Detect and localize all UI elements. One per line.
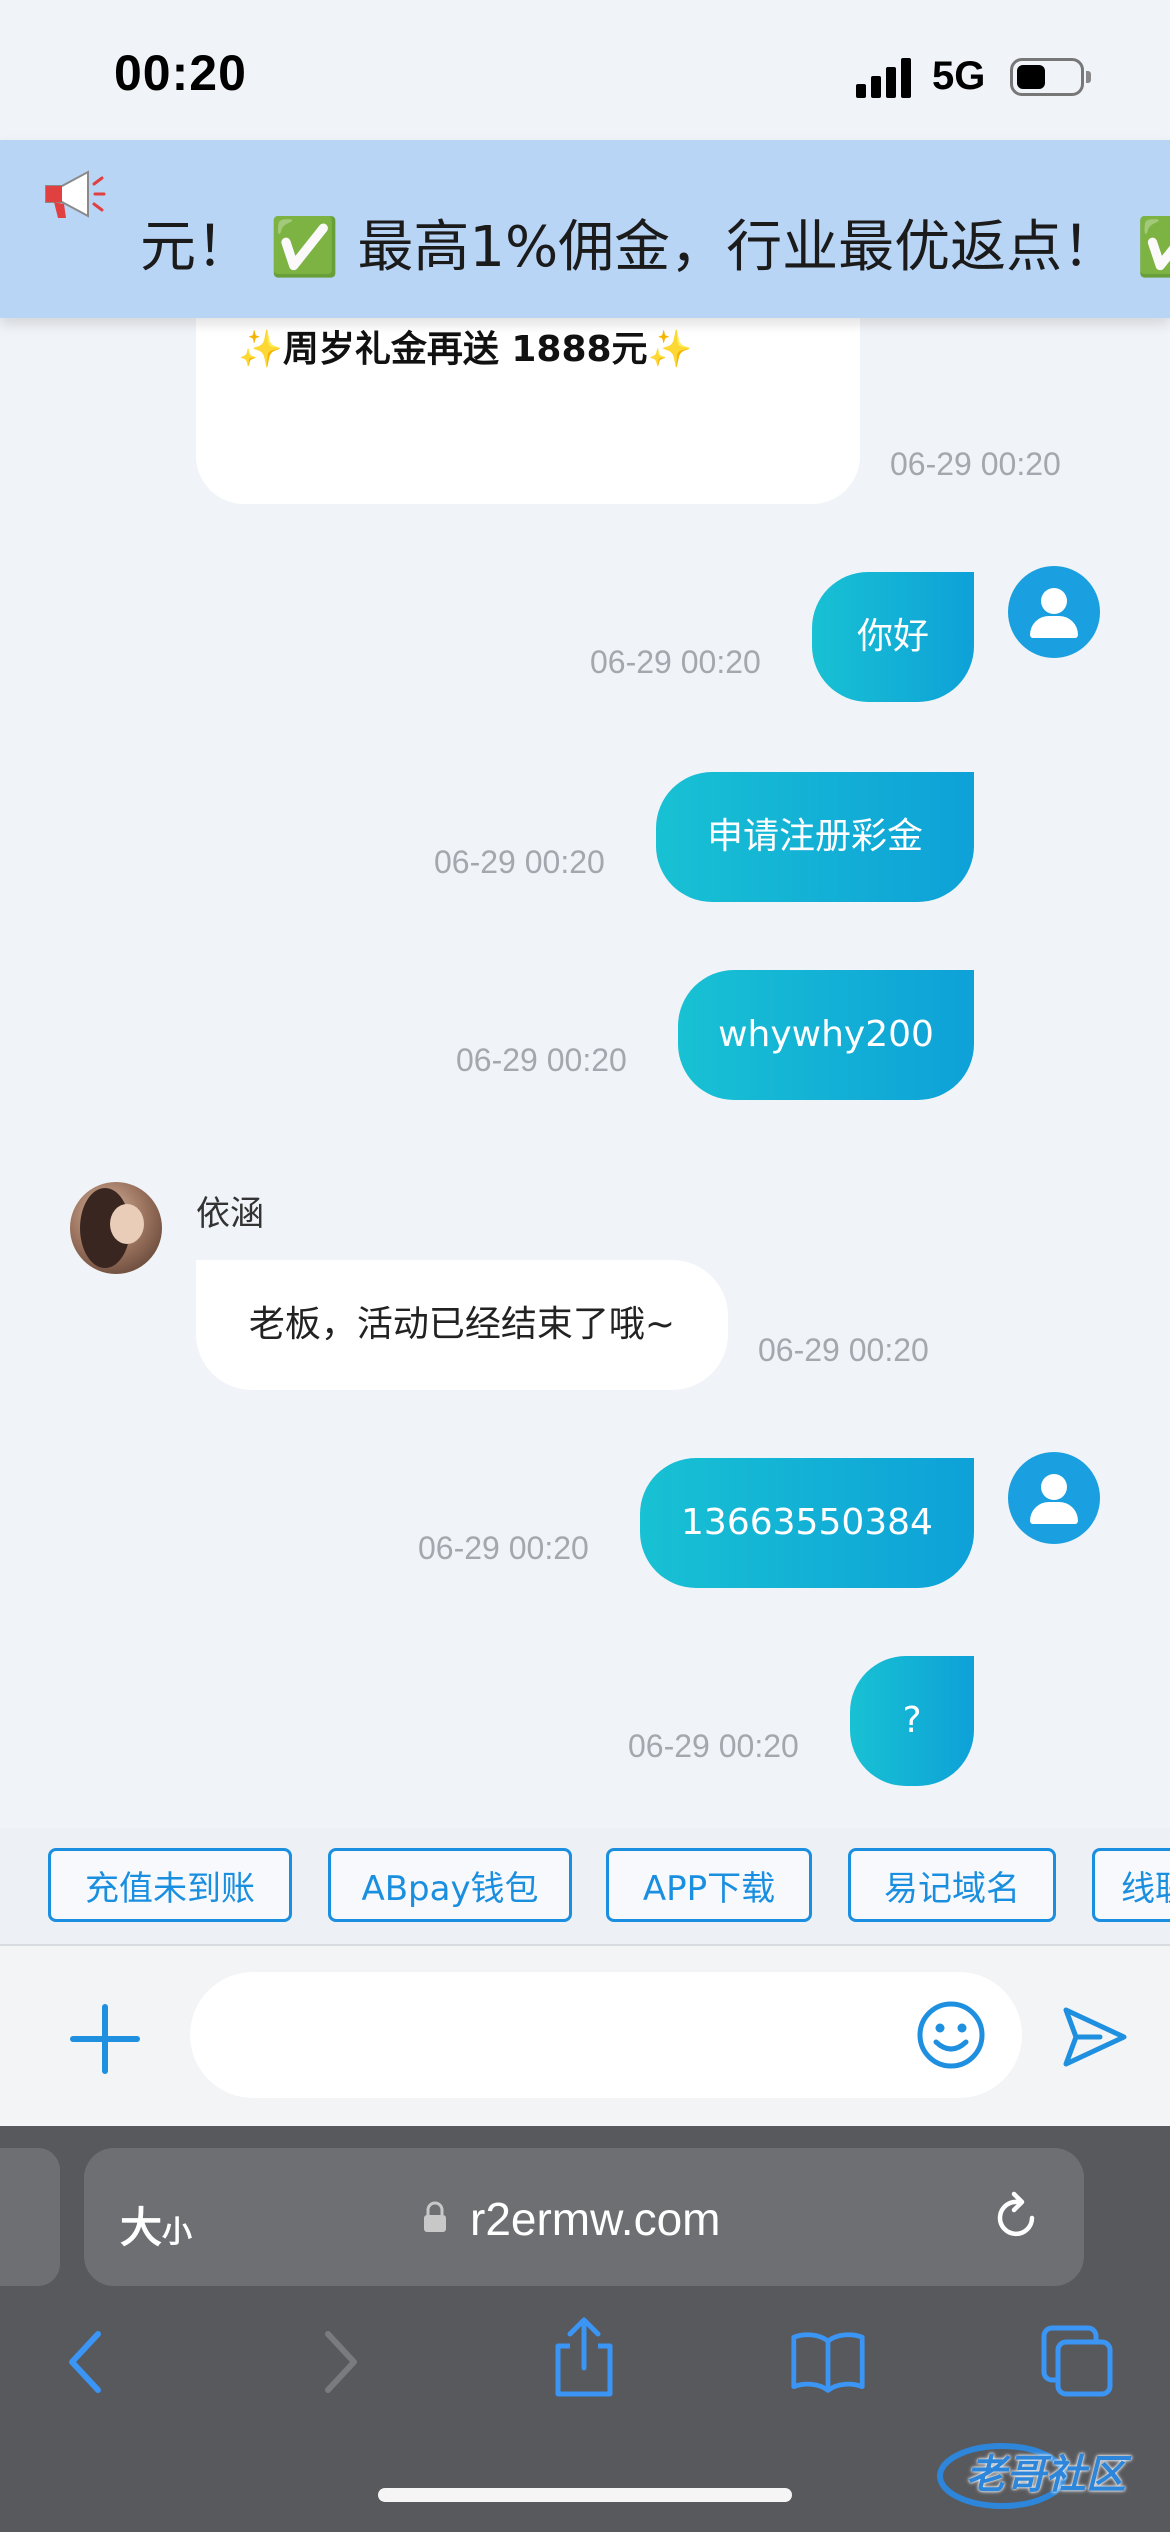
share-icon[interactable]	[546, 2316, 622, 2400]
message-input[interactable]	[190, 1972, 1022, 2098]
user-avatar	[1008, 566, 1100, 658]
promo-text: ✨周岁礼金再送 1888元✨	[238, 329, 693, 370]
network-label: 5G	[932, 54, 986, 98]
url-text: r2ermw.com	[470, 2193, 721, 2245]
battery-icon	[1010, 58, 1091, 96]
announcement-text: 元！ ✅ 最高1%佣金，行业最优返点！ ✅ 最	[140, 215, 1170, 280]
message-bubble-me: 申请注册彩金	[656, 772, 974, 902]
message-bubble-me: 你好	[812, 572, 974, 702]
message-time: 06-29 00:20	[628, 1728, 799, 1764]
forward-icon[interactable]	[300, 2324, 376, 2400]
message-bubble-me: whywhy200	[678, 970, 974, 1100]
message-bubble-me: 13663550384	[640, 1458, 974, 1588]
announcement-banner[interactable]: 元！ ✅ 最高1%佣金，行业最优返点！ ✅ 最	[0, 140, 1170, 318]
chip-abpay-wallet[interactable]: ABpay钱包	[328, 1848, 572, 1922]
message-time: 06-29 00:20	[434, 844, 605, 880]
watermark-logo: 老哥社区	[932, 2430, 1162, 2520]
message-time: 06-29 00:20	[418, 1530, 589, 1566]
message-bubble-me: ?	[850, 1656, 974, 1786]
address-bar[interactable]: 大小 r2ermw.com	[84, 2148, 1084, 2286]
previous-tab[interactable]	[0, 2148, 60, 2286]
message-time: 06-29 00:20	[590, 644, 761, 680]
chip-deposit-missing[interactable]: 充值未到账	[48, 1848, 292, 1922]
user-avatar	[1008, 1452, 1100, 1544]
promo-timestamp: 06-29 00:20	[890, 446, 1061, 482]
add-attachment-button[interactable]	[70, 2004, 140, 2074]
megaphone-icon	[45, 170, 106, 218]
chip-more[interactable]: 线联	[1092, 1848, 1170, 1922]
reload-icon[interactable]	[988, 2190, 1044, 2246]
bookmarks-icon[interactable]	[790, 2326, 866, 2396]
emoji-icon[interactable]	[916, 2000, 986, 2070]
quick-actions-bar: 充值未到账 ABpay钱包 APP下载 易记域名 线联	[0, 1828, 1170, 1946]
lock-icon	[424, 2201, 446, 2232]
text-size-button[interactable]: 大小	[120, 2194, 192, 2255]
chip-easy-domain[interactable]: 易记域名	[848, 1848, 1056, 1922]
agent-avatar	[70, 1182, 162, 1274]
tabs-icon[interactable]	[1040, 2324, 1116, 2400]
message-bubble-agent: 老板，活动已经结束了哦~	[196, 1260, 728, 1390]
signal-icon	[856, 58, 914, 98]
status-time: 00:20	[114, 45, 247, 101]
message-time: 06-29 00:20	[758, 1332, 929, 1368]
status-bar: 00:20 5G	[0, 0, 1170, 140]
home-indicator	[378, 2488, 792, 2502]
back-icon[interactable]	[50, 2324, 126, 2400]
send-icon[interactable]	[1060, 2002, 1130, 2072]
message-time: 06-29 00:20	[456, 1042, 627, 1078]
agent-name: 依涵	[196, 1194, 264, 1234]
chip-app-download[interactable]: APP下载	[606, 1848, 812, 1922]
message-input-bar	[0, 1946, 1170, 2126]
